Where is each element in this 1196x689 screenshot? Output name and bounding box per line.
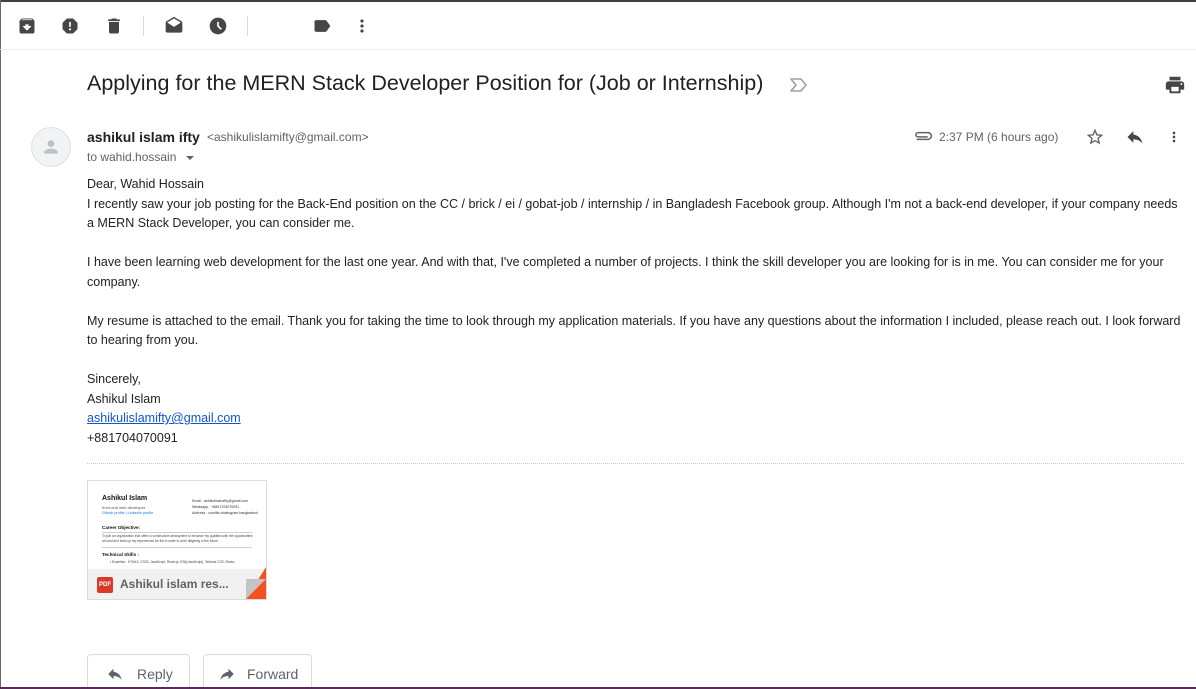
forward-label: Forward	[247, 666, 299, 682]
delete-icon	[108, 18, 120, 34]
person-icon	[44, 140, 58, 154]
reply-label: Reply	[137, 666, 173, 682]
email-timestamp: 2:37 PM (6 hours ago)	[939, 130, 1059, 144]
report-spam-button[interactable]	[58, 14, 82, 38]
preview-name: Ashikul Islam	[102, 495, 148, 502]
star-icon[interactable]	[1085, 127, 1105, 147]
mark-unread-button[interactable]	[162, 14, 186, 38]
preview-contact: Email : ashikulislamifty@gmail.com Whats…	[192, 498, 258, 516]
archive-icon	[19, 18, 35, 34]
preview-rule	[102, 532, 252, 533]
greeting: Dear, Wahid Hossain	[87, 177, 204, 191]
mark-unread-icon	[165, 16, 183, 33]
reply-icon[interactable]	[1124, 127, 1146, 147]
more-vert-icon[interactable]	[1166, 127, 1182, 147]
signature-phone: +881704070091	[87, 430, 178, 445]
recipient-label: to wahid.hossain	[87, 150, 177, 164]
body-paragraph-1: I recently saw your job posting for the …	[87, 196, 1178, 231]
attachment-divider	[87, 463, 1184, 464]
closing: Sincerely,	[87, 372, 141, 386]
preview-objective-text: To join an organization that offers a co…	[102, 534, 253, 543]
snooze-button[interactable]	[206, 14, 230, 38]
more-vert-icon	[360, 19, 364, 33]
preview-section-skills: Technical Skills :	[102, 552, 139, 557]
preview-contact-address: Address : comilla chattogram bangladesh	[192, 511, 258, 515]
importance-marker-icon[interactable]	[790, 77, 808, 93]
preview-section-objective: Career Objective:	[102, 525, 141, 530]
attachment-clip-icon	[915, 131, 932, 141]
email-toolbar	[0, 2, 1196, 50]
signature-name: Ashikul Islam	[87, 391, 161, 406]
reply-icon	[108, 668, 122, 680]
attachment-filename: Ashikul islam res...	[120, 577, 229, 591]
toolbar-separator	[247, 16, 248, 36]
email-subject: Applying for the MERN Stack Developer Po…	[87, 71, 764, 95]
body-paragraph-2: I have been learning web development for…	[87, 255, 1164, 289]
more-options-button[interactable]	[350, 14, 374, 38]
report-spam-icon	[62, 18, 78, 34]
signature-email-link[interactable]: ashikulislamifty@gmail.com	[87, 411, 241, 425]
reply-button[interactable]: Reply	[87, 654, 190, 689]
archive-button[interactable]	[15, 14, 39, 38]
delete-button[interactable]	[102, 14, 126, 38]
pdf-icon: PDF	[97, 577, 113, 593]
forward-button[interactable]: Forward	[203, 654, 312, 689]
sender-avatar[interactable]	[31, 127, 71, 167]
snooze-icon	[209, 17, 227, 35]
attachment-card[interactable]: Ashikul Islam front-end web developer Gi…	[87, 480, 267, 600]
sender-email: <ashikulislamifty@gmail.com>	[207, 130, 369, 144]
window-left-border	[0, 0, 1, 689]
preview-skills-text: • Expertise : HTML5, CSS3, JavaScript, R…	[110, 560, 235, 564]
preview-links: Github profile | Linkedin profile	[102, 511, 154, 515]
print-icon[interactable]	[1164, 74, 1186, 96]
forward-icon	[220, 668, 234, 680]
body-paragraph-3: My resume is attached to the email. Than…	[87, 313, 1181, 348]
sender-name[interactable]: ashikul islam ifty	[87, 129, 200, 145]
chevron-down-icon	[186, 155, 195, 160]
label-icon	[314, 20, 331, 32]
recipient-details-toggle[interactable]: to wahid.hossain	[87, 150, 195, 164]
preview-rule	[102, 547, 252, 548]
label-button[interactable]	[310, 14, 334, 38]
attachment-preview: Ashikul Islam front-end web developer Gi…	[88, 481, 266, 569]
email-body: Dear, Wahid Hossain I recently saw your …	[87, 175, 1187, 448]
toolbar-separator	[143, 16, 144, 36]
preview-role: front-end web developer	[102, 505, 146, 510]
page-fold-icon	[244, 567, 266, 599]
